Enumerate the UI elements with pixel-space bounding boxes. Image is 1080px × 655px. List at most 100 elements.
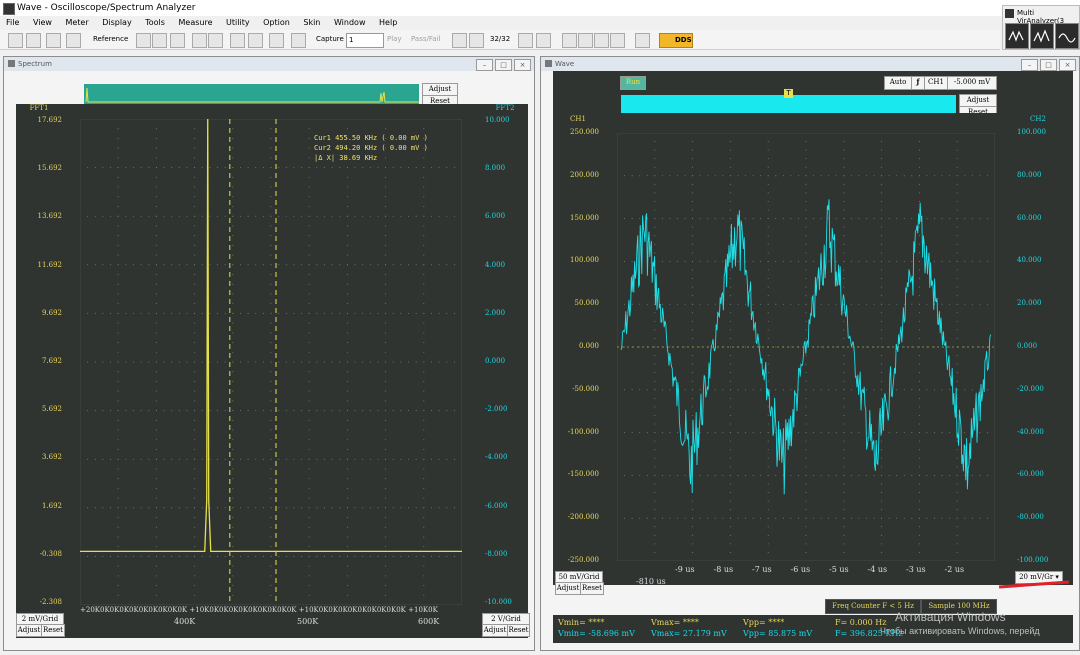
restore-button[interactable]: □ — [495, 59, 512, 71]
capture-count-input[interactable]: 1 — [346, 33, 384, 48]
stop-icon[interactable] — [248, 33, 263, 48]
layout-3-icon[interactable] — [594, 33, 609, 48]
wave-window: Wave – □ × Run Auto ƒ CH1 -5.000 mV T Adju… — [540, 56, 1080, 651]
dds-button[interactable]: DDS — [659, 33, 693, 48]
viranalyzer-icon — [1005, 9, 1014, 18]
menu-window[interactable]: Window — [334, 16, 366, 30]
zoom-icon[interactable] — [208, 33, 223, 48]
wave-right-axis-tick-1: 80.000 — [1017, 170, 1042, 179]
frame-counter: 32/32 — [490, 35, 511, 43]
menu-meter[interactable]: Meter — [65, 16, 88, 30]
wave-right-axis: 100.000 80.000 60.000 40.000 20.000 0.000 -20.… — [1011, 125, 1071, 575]
ch1-adjust-button[interactable]: Adjust — [555, 582, 581, 595]
settings-icon[interactable] — [136, 33, 151, 48]
ch2-vmax: Vmax= 27.179 mV — [651, 629, 727, 638]
multi-viranalyzer-panel: Multi VirAnalyzer(3 — [1002, 5, 1080, 50]
wave-left-axis: 250.000 200.000 150.000 100.000 50.000 0.000 -… — [553, 125, 613, 575]
wave-left-axis-tick-0: 250.000 — [570, 128, 599, 136]
cursor-delta-readout: |Δ X| 38.69 KHz — [314, 154, 378, 162]
reference-button[interactable]: Reference — [93, 35, 128, 43]
ch2-vmin: Vmin= -58.696 mV — [558, 629, 635, 638]
wave-minimize-button[interactable]: – — [1021, 59, 1038, 71]
forward-icon[interactable] — [518, 33, 533, 48]
passfail-button[interactable]: Pass/Fail — [411, 35, 440, 43]
trigger-level[interactable]: -5.000 mV — [947, 76, 997, 90]
recorder-mode-icon[interactable] — [1055, 23, 1079, 49]
menu-skin[interactable]: Skin — [303, 16, 320, 30]
spectrum-right-axis-tick-5: 0.000 — [485, 357, 506, 365]
wave-left-axis-tick-5: 0.000 — [578, 342, 599, 350]
columns-icon[interactable] — [152, 33, 167, 48]
layout-4-icon[interactable] — [610, 33, 625, 48]
color-icon[interactable] — [269, 33, 284, 48]
spectrum-right-reset-button[interactable]: Reset — [507, 624, 530, 637]
cursor-icon[interactable] — [192, 33, 207, 48]
wave-left-axis-tick-3: 100.000 — [570, 256, 599, 265]
wave-left-axis-tick-10: -250.000 — [567, 556, 599, 564]
back-icon[interactable] — [469, 33, 484, 48]
wave-left-axis-tick-7: -100.000 — [567, 427, 599, 436]
menu-tools[interactable]: Tools — [145, 16, 165, 30]
wave-x-tick-6: -3 us — [906, 565, 926, 574]
spectrum-right-axis-tick-10: -10.000 — [485, 598, 512, 606]
cursor2-readout: Cur2 494.20 KHz ( 0.00 mV ) — [314, 144, 428, 152]
spectrum-left-axis: 17.692 15.692 13.692 11.692 9.692 7.692 5.692 3… — [16, 115, 76, 615]
trigger-edge-icon[interactable]: ƒ — [911, 76, 925, 90]
activation-watermark-text: Чтобы активировать Windows, перейд — [880, 626, 1040, 636]
spectrum-right-adjust-button[interactable]: Adjust — [482, 624, 508, 637]
x-label-600k: 600K — [418, 617, 440, 626]
app-icon — [3, 3, 15, 15]
menu-utility[interactable]: Utility — [226, 16, 250, 30]
spectrum-right-axis-tick-2: 6.000 — [485, 212, 506, 221]
save-icon[interactable] — [26, 33, 41, 48]
spectrum-left-axis-tick-5: 7.692 — [41, 357, 62, 365]
open-icon[interactable] — [8, 33, 23, 48]
wave-x-start: -810 us — [636, 577, 666, 586]
oscilloscope-mode-icon[interactable] — [1005, 23, 1029, 49]
wave-close-button[interactable]: × — [1059, 59, 1076, 71]
draw-icon[interactable] — [230, 33, 245, 48]
trigger-channel[interactable]: CH1 — [924, 76, 948, 90]
ch1-reset-button[interactable]: Reset — [580, 582, 604, 595]
spectrum-left-reset-button[interactable]: Reset — [41, 624, 65, 637]
play-button[interactable]: Play — [387, 35, 402, 43]
spectrum-left-adjust-button[interactable]: Adjust — [16, 624, 42, 637]
v-icon[interactable] — [635, 33, 650, 48]
list-icon[interactable] — [170, 33, 185, 48]
spectrum-left-axis-tick-7: 3.692 — [41, 453, 62, 462]
spectrum-left-axis-tick-6: 5.692 — [41, 405, 62, 414]
menu-view[interactable]: View — [33, 16, 52, 30]
trigger-position-marker[interactable]: T — [784, 89, 793, 98]
menu-option[interactable]: Option — [263, 16, 290, 30]
wave-right-axis-tick-8: -60.000 — [1017, 470, 1044, 479]
menu-file[interactable]: File — [6, 16, 19, 30]
print-icon[interactable] — [66, 33, 81, 48]
screenshot-icon[interactable] — [291, 33, 306, 48]
menu-help[interactable]: Help — [379, 16, 397, 30]
pointer-icon[interactable] — [46, 33, 61, 48]
spectrum-overview-bar[interactable] — [84, 84, 419, 104]
next-frame-icon[interactable] — [536, 33, 551, 48]
close-button[interactable]: × — [514, 59, 531, 71]
layout-1-icon[interactable] — [562, 33, 577, 48]
wave-right-axis-tick-6: -20.000 — [1017, 384, 1044, 393]
wave-x-tick-5: -4 us — [867, 565, 888, 574]
minimize-button[interactable]: – — [476, 59, 493, 71]
spectrum-window: Spectrum – □ × Adjust Reset FFT1 FFT2 17.6… — [3, 56, 535, 651]
wave-x-tick-1: -8 us — [713, 565, 734, 574]
wave-window-titlebar: Wave – □ × — [541, 57, 1079, 71]
menu-display[interactable]: Display — [102, 16, 132, 30]
trigger-mode-auto[interactable]: Auto — [884, 76, 912, 90]
spectrum-mode-icon[interactable] — [1030, 23, 1054, 49]
spectrum-window-icon — [8, 60, 15, 67]
wave-restore-button[interactable]: □ — [1040, 59, 1057, 71]
layout-2-icon[interactable] — [578, 33, 593, 48]
spectrum-right-axis-tick-6: -2.000 — [485, 405, 508, 414]
spectrum-window-titlebar: Spectrum – □ × — [4, 57, 534, 71]
spectrum-right-axis: 10.000 8.000 6.000 4.000 2.000 0.000 -2.000 -4.… — [479, 115, 529, 615]
spectrum-right-axis-tick-0: 10.000 — [485, 116, 510, 124]
menu-measure[interactable]: Measure — [179, 16, 213, 30]
run-button[interactable]: Run — [620, 76, 646, 90]
wave-right-axis-tick-2: 60.000 — [1017, 213, 1042, 222]
prev-frame-icon[interactable] — [452, 33, 467, 48]
